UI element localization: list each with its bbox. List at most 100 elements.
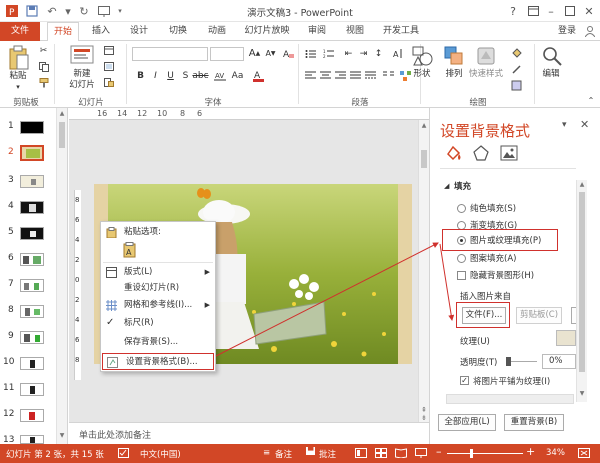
slide-thumbnail[interactable] [20, 201, 44, 214]
shadow-text-icon[interactable]: abc [192, 69, 208, 82]
shape-fill-icon[interactable] [510, 47, 523, 60]
notes-icon[interactable]: ≡ [263, 448, 270, 458]
pane-horizontal-scrollbar[interactable] [446, 394, 574, 404]
slide-thumbnail[interactable] [20, 409, 44, 422]
bold-button[interactable]: B [134, 69, 147, 82]
spellcheck-icon[interactable] [118, 448, 129, 461]
shrink-font-icon[interactable]: A ▼ [264, 47, 277, 60]
hide-background-checkbox[interactable] [457, 271, 466, 280]
font-size-field[interactable] [210, 47, 244, 61]
menu-item-layout[interactable]: 版式(L) ▶ [101, 264, 215, 280]
close-button[interactable]: ✕ [580, 2, 598, 20]
comments-icon[interactable]: ▀ [306, 447, 316, 455]
strikethrough-button[interactable]: S [179, 69, 192, 82]
slide-thumbnail[interactable] [20, 253, 44, 266]
arrange-icon[interactable] [443, 45, 465, 70]
font-name-field[interactable] [132, 47, 208, 61]
tab-view[interactable]: 视图 [340, 22, 370, 41]
section-icon[interactable] [102, 76, 115, 89]
section-fill-label[interactable]: 填充 [454, 180, 471, 192]
slide-thumbnail[interactable] [20, 175, 44, 188]
align-right-icon[interactable] [334, 69, 347, 82]
radio-solid-fill[interactable] [457, 204, 466, 213]
decrease-indent-icon[interactable]: ⇤ [342, 47, 355, 60]
slide-thumbnail[interactable] [20, 305, 44, 318]
slide-thumbnail[interactable] [20, 331, 44, 344]
collapse-ribbon-icon[interactable]: ⌃ [586, 95, 596, 106]
underline-button[interactable]: U [164, 69, 177, 82]
thumbnails-scrollbar[interactable]: ▲ ▼ [56, 108, 67, 444]
slide-thumbnail[interactable] [20, 383, 44, 396]
numbering-icon[interactable]: 12 [322, 47, 335, 60]
slide-thumbnail[interactable] [20, 357, 44, 370]
slide-thumbnail[interactable] [20, 279, 44, 292]
slide-thumbnail[interactable] [20, 435, 44, 444]
shape-outline-icon[interactable] [510, 63, 523, 76]
notes-button[interactable]: 备注 [275, 448, 292, 460]
align-left-icon[interactable] [304, 69, 317, 82]
tab-review[interactable]: 审阅 [302, 22, 332, 41]
paste-button[interactable]: 粘贴 [4, 71, 32, 82]
paste-icon[interactable] [8, 45, 30, 74]
menu-item-grid-guides[interactable]: 网格和参考线(I)... ▶ [101, 297, 215, 313]
pane-scrollbar[interactable]: ▲ ▼ [576, 180, 587, 402]
slide-sorter-icon[interactable] [375, 448, 387, 461]
comments-button[interactable]: 批注 [319, 448, 336, 460]
distributed-icon[interactable] [364, 69, 377, 82]
shape-effects-icon[interactable] [510, 79, 523, 92]
zoom-in-icon[interactable]: + [526, 445, 535, 458]
new-slide-icon[interactable] [70, 45, 94, 70]
find-icon[interactable] [541, 45, 563, 70]
clear-format-icon[interactable]: A [282, 47, 295, 60]
tab-design[interactable]: 设计 [124, 22, 154, 41]
cut-icon[interactable]: ✂ [37, 44, 50, 57]
transparency-slider-track[interactable] [511, 361, 537, 362]
reset-slide-icon[interactable] [102, 60, 115, 73]
grow-font-icon[interactable]: A ▲ [248, 47, 261, 60]
texture-dropdown[interactable] [556, 330, 576, 346]
menu-item-reset-slide[interactable]: 重设幻灯片(R) [101, 280, 215, 296]
tab-slideshow[interactable]: 幻灯片放映 [240, 22, 294, 41]
shapes-button[interactable]: 形状 [408, 69, 436, 80]
restore-button[interactable] [561, 2, 579, 20]
editor-scrollbar[interactable]: ▲ ⇞ ⇟ [418, 120, 429, 422]
tile-checkbox[interactable]: ✓ [460, 376, 469, 385]
zoom-out-icon[interactable]: – [436, 445, 442, 458]
paste-keep-text-icon[interactable]: A [123, 242, 137, 258]
user-icon[interactable] [583, 22, 597, 41]
radio-picture-fill[interactable] [457, 236, 466, 245]
slide-thumbnail[interactable] [20, 121, 44, 134]
reading-view-icon[interactable] [395, 448, 407, 461]
login-link[interactable]: 登录 [553, 22, 581, 41]
shapes-icon[interactable] [411, 45, 433, 70]
ribbon-display-icon[interactable] [524, 2, 542, 20]
layout-icon[interactable] [102, 44, 115, 57]
paste-dropdown-icon[interactable]: ▾ [12, 82, 24, 93]
bullets-icon[interactable] [304, 47, 317, 60]
text-direction-icon[interactable]: A [390, 47, 403, 60]
italic-button[interactable]: I [149, 69, 162, 82]
fill-tab-icon[interactable] [444, 144, 462, 165]
slide-thumbnail-selected[interactable] [20, 145, 44, 161]
zoom-slider-thumb[interactable] [470, 449, 473, 458]
tab-insert[interactable]: 插入 [86, 22, 116, 41]
pane-close-icon[interactable]: ✕ [580, 118, 589, 131]
tab-file[interactable]: 文件 [0, 22, 40, 41]
format-painter-icon[interactable] [37, 76, 50, 89]
clipboard-button[interactable]: 剪贴板(C) [516, 307, 562, 324]
copy-icon[interactable] [37, 60, 50, 73]
menu-item-save-background[interactable]: 保存背景(S)... [101, 334, 215, 350]
picture-tab-icon[interactable] [500, 144, 518, 165]
quick-styles-icon[interactable] [475, 45, 497, 70]
slideshow-view-icon[interactable] [415, 448, 427, 461]
font-color-icon[interactable]: A [252, 69, 265, 82]
change-case-icon[interactable]: Aa [231, 69, 244, 82]
justify-icon[interactable] [349, 69, 362, 82]
pane-options-icon[interactable]: ▾ [562, 120, 567, 130]
apply-to-all-button[interactable]: 全部应用(L) [438, 414, 496, 431]
edit-button[interactable]: 编辑 [536, 69, 566, 80]
new-slide-button[interactable]: 新建 幻灯片 [62, 69, 102, 91]
quick-styles-button[interactable]: 快速样式 [466, 69, 506, 80]
file-button[interactable]: 文件(F)... [462, 307, 506, 324]
tab-developer[interactable]: 开发工具 [379, 22, 423, 41]
